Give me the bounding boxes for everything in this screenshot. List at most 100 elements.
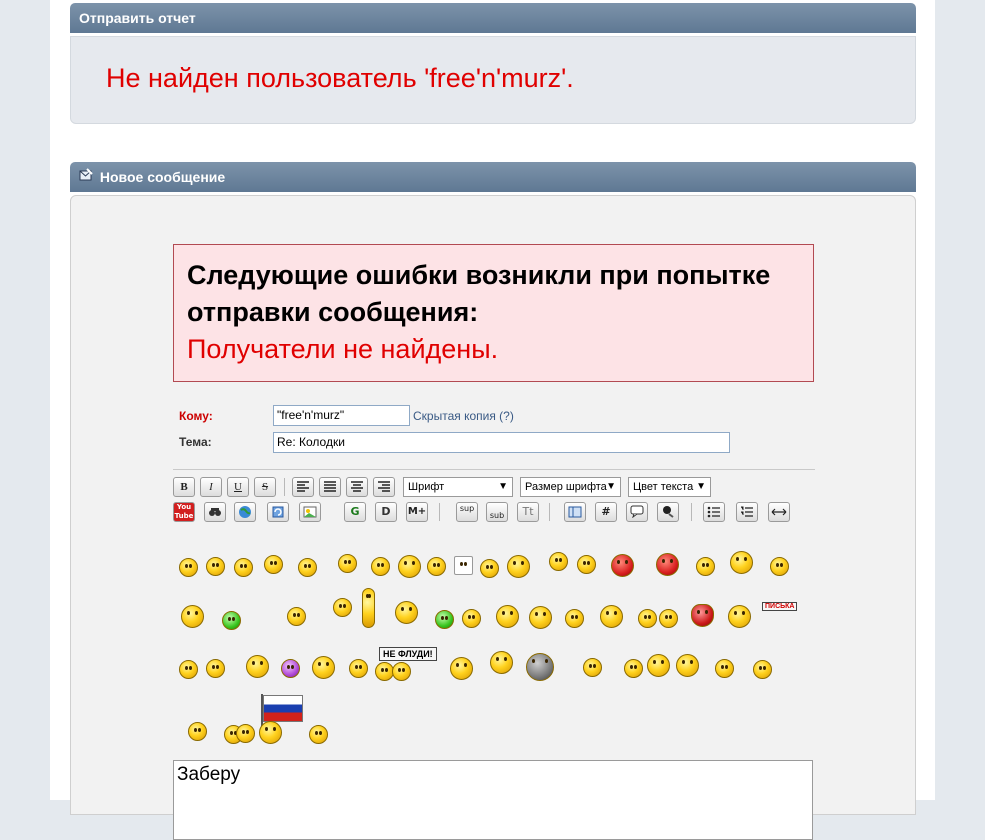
- smiley-icon[interactable]: [770, 557, 789, 576]
- smiley-icon[interactable]: [312, 656, 335, 679]
- purple-smiley-icon[interactable]: [281, 659, 300, 678]
- error-detail: Получатели не найдены.: [187, 334, 499, 364]
- smiley-icon[interactable]: [398, 555, 421, 578]
- smiley-icon[interactable]: [188, 722, 207, 741]
- tag-sign[interactable]: ПИСЬКА: [762, 602, 798, 611]
- bold-button[interactable]: B: [173, 477, 195, 497]
- align-left-icon[interactable]: [292, 477, 314, 497]
- broken-image-icon[interactable]: [454, 556, 473, 575]
- smiley-icon[interactable]: [371, 557, 390, 576]
- quote-icon[interactable]: [626, 502, 648, 522]
- smiley-icon[interactable]: [179, 660, 198, 679]
- youtube-button[interactable]: You Tube: [173, 502, 195, 522]
- error-box: Следующие ошибки возникли при попытке от…: [173, 244, 814, 382]
- smiley-icon[interactable]: [206, 557, 225, 576]
- smiley-icon[interactable]: [181, 605, 204, 628]
- font-select[interactable]: Шрифт ▼: [403, 477, 513, 497]
- angry-smiley-icon[interactable]: [611, 554, 634, 577]
- report-panel-body: Не найден пользователь 'free'n'murz'.: [70, 36, 916, 124]
- rose-icon[interactable]: [691, 604, 714, 627]
- green-smiley-icon[interactable]: [435, 610, 454, 629]
- subject-label: Тема:: [179, 435, 212, 449]
- teletype-button[interactable]: Tt: [517, 502, 539, 522]
- hash-button[interactable]: #: [595, 502, 617, 522]
- smiley-icon[interactable]: [480, 559, 499, 578]
- smiley-icon[interactable]: [333, 598, 352, 617]
- underline-button[interactable]: U: [227, 477, 249, 497]
- numbered-list-icon[interactable]: [736, 502, 758, 522]
- chevron-down-icon: ▼: [606, 481, 616, 492]
- smiley-icon[interactable]: [659, 609, 678, 628]
- smiley-icon[interactable]: [638, 609, 657, 628]
- align-right-icon[interactable]: [373, 477, 395, 497]
- report-panel-header: Отправить отчет: [70, 3, 916, 33]
- green-smiley-icon[interactable]: [222, 611, 241, 630]
- align-center-icon[interactable]: [346, 477, 368, 497]
- smiley-icon[interactable]: [577, 555, 596, 574]
- smiley-icon[interactable]: [298, 558, 317, 577]
- smiley-icon[interactable]: [234, 558, 253, 577]
- d-icon[interactable]: D: [375, 502, 397, 522]
- smiley-icon[interactable]: [349, 659, 368, 678]
- smiley-icon[interactable]: [450, 657, 473, 680]
- smiley-icon[interactable]: [179, 558, 198, 577]
- binoculars-icon[interactable]: [204, 502, 226, 522]
- google-icon[interactable]: G: [344, 502, 366, 522]
- smiley-icon[interactable]: [206, 659, 225, 678]
- smiley-icon[interactable]: [549, 552, 568, 571]
- refresh-icon[interactable]: [267, 502, 289, 522]
- text-color-select[interactable]: Цвет текста ▼: [628, 477, 711, 497]
- align-justify-icon[interactable]: [319, 477, 341, 497]
- globe-icon[interactable]: [234, 502, 256, 522]
- strike-button[interactable]: S: [254, 477, 276, 497]
- smiley-icon[interactable]: [496, 605, 519, 628]
- message-body-textarea[interactable]: Заберу: [173, 760, 813, 840]
- bullet-list-icon[interactable]: [703, 502, 725, 522]
- error-title: Следующие ошибки возникли при попытке от…: [187, 260, 771, 327]
- smiley-icon[interactable]: [583, 658, 602, 677]
- smiley-icon[interactable]: [490, 651, 513, 674]
- mplus-button[interactable]: M+: [406, 502, 428, 522]
- smiley-icon[interactable]: [507, 555, 530, 578]
- italic-button[interactable]: I: [200, 477, 222, 497]
- subscript-button[interactable]: sub: [486, 502, 508, 522]
- smiley-icon[interactable]: [600, 605, 623, 628]
- smiley-icon[interactable]: [246, 655, 269, 678]
- smiley-icon[interactable]: [395, 601, 418, 624]
- no-flood-sign[interactable]: НЕ ФЛУДИ!: [379, 647, 437, 661]
- smiley-icon[interactable]: [338, 554, 357, 573]
- smiley-icon[interactable]: [529, 606, 552, 629]
- table-icon[interactable]: [564, 502, 586, 522]
- smiley-icon[interactable]: [259, 721, 282, 744]
- smiley-icon[interactable]: [309, 725, 328, 744]
- devil-smiley-icon[interactable]: [656, 553, 679, 576]
- hedgehog-icon[interactable]: [526, 653, 554, 681]
- new-message-panel-header: Новое сообщение: [70, 162, 916, 192]
- angel-smiley-icon[interactable]: [728, 605, 751, 628]
- font-size-select[interactable]: Размер шрифта ▼: [520, 477, 621, 497]
- subject-input[interactable]: Re: Колодки: [273, 432, 730, 453]
- smiley-icon[interactable]: [696, 557, 715, 576]
- smiley-icon[interactable]: [236, 724, 255, 743]
- smiley-icon[interactable]: [392, 662, 411, 681]
- smiley-icon[interactable]: [715, 659, 734, 678]
- smiley-icon[interactable]: [427, 557, 446, 576]
- report-panel-title: Отправить отчет: [79, 10, 196, 26]
- image-icon[interactable]: [299, 502, 321, 522]
- smiley-icon[interactable]: [753, 660, 772, 679]
- smiley-icon[interactable]: [565, 609, 584, 628]
- smiley-icon[interactable]: [462, 609, 481, 628]
- horizontal-rule-icon[interactable]: [768, 502, 790, 522]
- to-input[interactable]: "free'n'murz": [273, 405, 410, 426]
- smiley-icon[interactable]: [647, 654, 670, 677]
- smiley-icon[interactable]: [624, 659, 643, 678]
- toolbar-separator: [439, 503, 440, 521]
- tall-smiley-icon[interactable]: [362, 588, 375, 628]
- smiley-icon[interactable]: [287, 607, 306, 626]
- bcc-link[interactable]: Скрытая копия (?): [413, 409, 514, 423]
- smiley-icon[interactable]: [676, 654, 699, 677]
- smiley-icon[interactable]: [730, 551, 753, 574]
- smiley-icon[interactable]: [264, 555, 283, 574]
- spoiler-icon[interactable]: [657, 502, 679, 522]
- superscript-button[interactable]: sup: [456, 502, 478, 522]
